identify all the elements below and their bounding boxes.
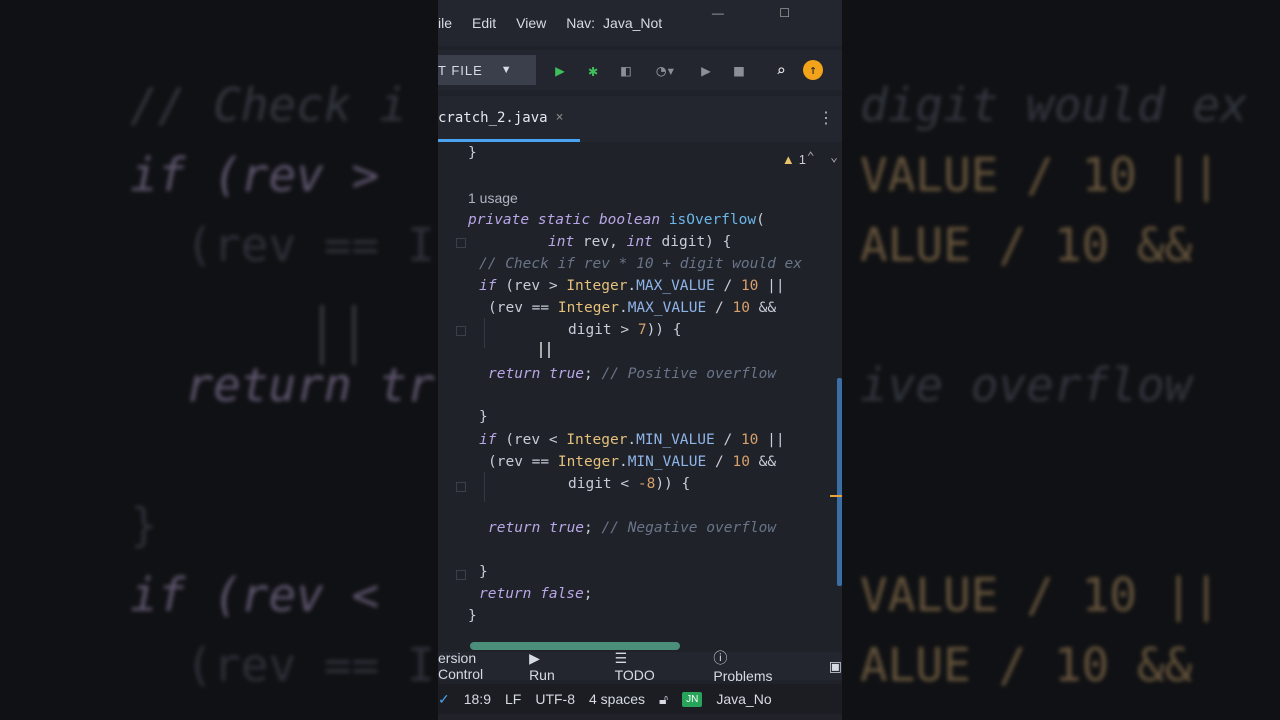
- bg-left-line: (rev == I: [130, 218, 435, 272]
- more-options-icon[interactable]: ⋮: [818, 108, 834, 127]
- update-icon[interactable]: ↑: [803, 60, 823, 80]
- checkmark-icon: ✓: [438, 690, 450, 707]
- bg-left-line: if (rev <: [130, 568, 380, 622]
- code-line: }: [468, 145, 477, 161]
- tab-scratch-2[interactable]: cratch_2.java ×: [438, 96, 580, 142]
- code-line: }: [468, 608, 477, 624]
- chevron-down-icon: ▼: [500, 64, 513, 76]
- fold-icon[interactable]: [456, 482, 466, 492]
- editor-tabs: cratch_2.java × ⋮: [438, 96, 842, 142]
- run-configuration-label: T FILE: [438, 62, 483, 78]
- stop-icon[interactable]: ■: [729, 60, 749, 80]
- run-icon[interactable]: ▶: [550, 60, 570, 80]
- menu-bar: ile Edit View Nav: Java_Not — ☐: [438, 0, 842, 46]
- file-encoding[interactable]: UTF-8: [535, 691, 575, 707]
- bg-left-line: // Check i: [130, 78, 407, 132]
- menu-edit[interactable]: Edit: [472, 15, 496, 31]
- tool-window-bar: ersion Control ▶ Run ☰ TODO ⓘ Problems ▣: [438, 650, 842, 684]
- code-line: digit < -8)) {: [568, 476, 691, 492]
- bg-right-line: ALUE / 10 &&: [860, 218, 1193, 272]
- debug-icon[interactable]: ✱: [583, 60, 603, 80]
- chevron-up-icon[interactable]: ⌃: [807, 150, 815, 165]
- indent-guide: [484, 318, 485, 348]
- menu-file[interactable]: ile: [438, 15, 452, 31]
- code-line: return false;: [479, 586, 593, 602]
- code-editor[interactable]: ▲ 1 ⌃ ⌄ } 1 usage private static boolean …: [438, 142, 842, 650]
- code-line: return true; // Positive overflow: [488, 366, 777, 382]
- background-code-left: // Check i if (rev > (rev == I return tr…: [130, 0, 435, 700]
- tool-run-label: Run: [529, 666, 555, 683]
- terminal-icon[interactable]: ▣: [829, 658, 842, 675]
- code-line: (rev == Integer.MIN_VALUE / 10 &&: [488, 454, 777, 470]
- indent-setting[interactable]: 4 spaces: [589, 691, 645, 707]
- maximize-icon[interactable]: ☐: [779, 6, 790, 20]
- caret-position[interactable]: 18:9: [464, 691, 491, 707]
- code-line: if (rev > Integer.MAX_VALUE / 10 ||: [479, 278, 785, 294]
- coverage-icon[interactable]: ◧: [616, 60, 636, 80]
- code-line: }: [479, 409, 488, 425]
- bg-right-line: VALUE / 10 ||: [860, 568, 1221, 622]
- status-bar: ✓ 18:9 LF UTF-8 4 spaces 🔓︎ JN Java_No: [438, 684, 842, 714]
- scrollbar-marker[interactable]: [830, 495, 842, 497]
- toolbar: T FILE ▼ ▶ ✱ ◧ ◔▾ ▶ ■ ⌕ ↑: [438, 50, 842, 90]
- code-line: int rev, int digit) {: [548, 234, 732, 250]
- lock-icon[interactable]: 🔓︎: [659, 691, 668, 708]
- bg-left-line: (rev == I: [130, 638, 435, 692]
- run-configuration-dropdown[interactable]: T FILE ▼: [438, 55, 536, 85]
- ide-window: ile Edit View Nav: Java_Not — ☐ T FILE ▼…: [438, 0, 842, 720]
- bg-left-line: return tr: [130, 358, 435, 412]
- indent-guide: [484, 472, 485, 502]
- tool-todo[interactable]: ☰ TODO: [615, 650, 694, 683]
- status-project-name[interactable]: Java_No: [716, 691, 771, 707]
- bg-right-line: VALUE / 10 ||: [860, 148, 1221, 202]
- code-line: private static boolean isOverflow(: [468, 212, 765, 228]
- list-icon: ☰: [614, 649, 628, 666]
- project-badge: JN: [682, 691, 703, 707]
- fold-icon[interactable]: [456, 570, 466, 580]
- tool-todo-label: TODO: [614, 666, 655, 683]
- inspection-widget[interactable]: ▲ 1: [782, 152, 806, 167]
- minimize-icon[interactable]: —: [712, 6, 724, 20]
- window-controls: — ☐: [680, 6, 810, 20]
- code-line: digit > 7)) {: [568, 322, 682, 338]
- run-grey-icon[interactable]: ▶: [696, 60, 716, 80]
- project-name: Java_Not: [603, 15, 663, 31]
- bg-right-line: ive overflow: [860, 358, 1193, 412]
- line-separator[interactable]: LF: [505, 691, 521, 707]
- chevron-down-icon[interactable]: ⌄: [830, 150, 838, 165]
- warning-icon: ▲: [781, 152, 795, 167]
- tool-version-control[interactable]: ersion Control: [438, 650, 509, 682]
- tool-problems[interactable]: ⓘ Problems: [713, 648, 808, 684]
- bg-left-line: }: [130, 498, 158, 552]
- fold-icon[interactable]: [456, 238, 466, 248]
- code-line: }: [479, 564, 488, 580]
- usage-hint[interactable]: 1 usage: [468, 187, 518, 209]
- bg-right-line: digit would ex: [860, 78, 1248, 132]
- close-icon[interactable]: ×: [556, 110, 564, 125]
- code-line: return true; // Negative overflow: [488, 520, 777, 536]
- run-icon: ▶: [529, 649, 540, 666]
- vertical-scrollbar[interactable]: [837, 378, 842, 586]
- background-text-cursor-icon: [320, 305, 356, 365]
- code-line: if (rev < Integer.MIN_VALUE / 10 ||: [479, 432, 785, 448]
- code-line: (rev == Integer.MAX_VALUE / 10 &&: [488, 300, 777, 316]
- fold-icon[interactable]: [456, 326, 466, 336]
- menu-view[interactable]: View: [516, 15, 546, 31]
- profiler-icon[interactable]: ◔▾: [649, 60, 683, 80]
- bg-left-line: if (rev >: [130, 148, 380, 202]
- code-comment: // Check if rev * 10 + digit would ex: [479, 256, 803, 272]
- menu-navigate[interactable]: Nav:: [566, 15, 595, 31]
- tool-problems-label: Problems: [713, 668, 773, 684]
- bg-right-line: ALUE / 10 &&: [860, 638, 1193, 692]
- inspection-nav[interactable]: ⌃ ⌄: [807, 150, 838, 165]
- tool-run[interactable]: ▶ Run: [529, 650, 595, 683]
- warning-count: 1: [798, 152, 806, 167]
- search-icon[interactable]: ⌕: [771, 60, 791, 80]
- mouse-ibeam-icon: [540, 342, 550, 358]
- background-code-right: digit would ex VALUE / 10 || ALUE / 10 &…: [860, 0, 1248, 700]
- info-icon: ⓘ: [713, 650, 728, 666]
- tab-label: cratch_2.java: [438, 109, 548, 126]
